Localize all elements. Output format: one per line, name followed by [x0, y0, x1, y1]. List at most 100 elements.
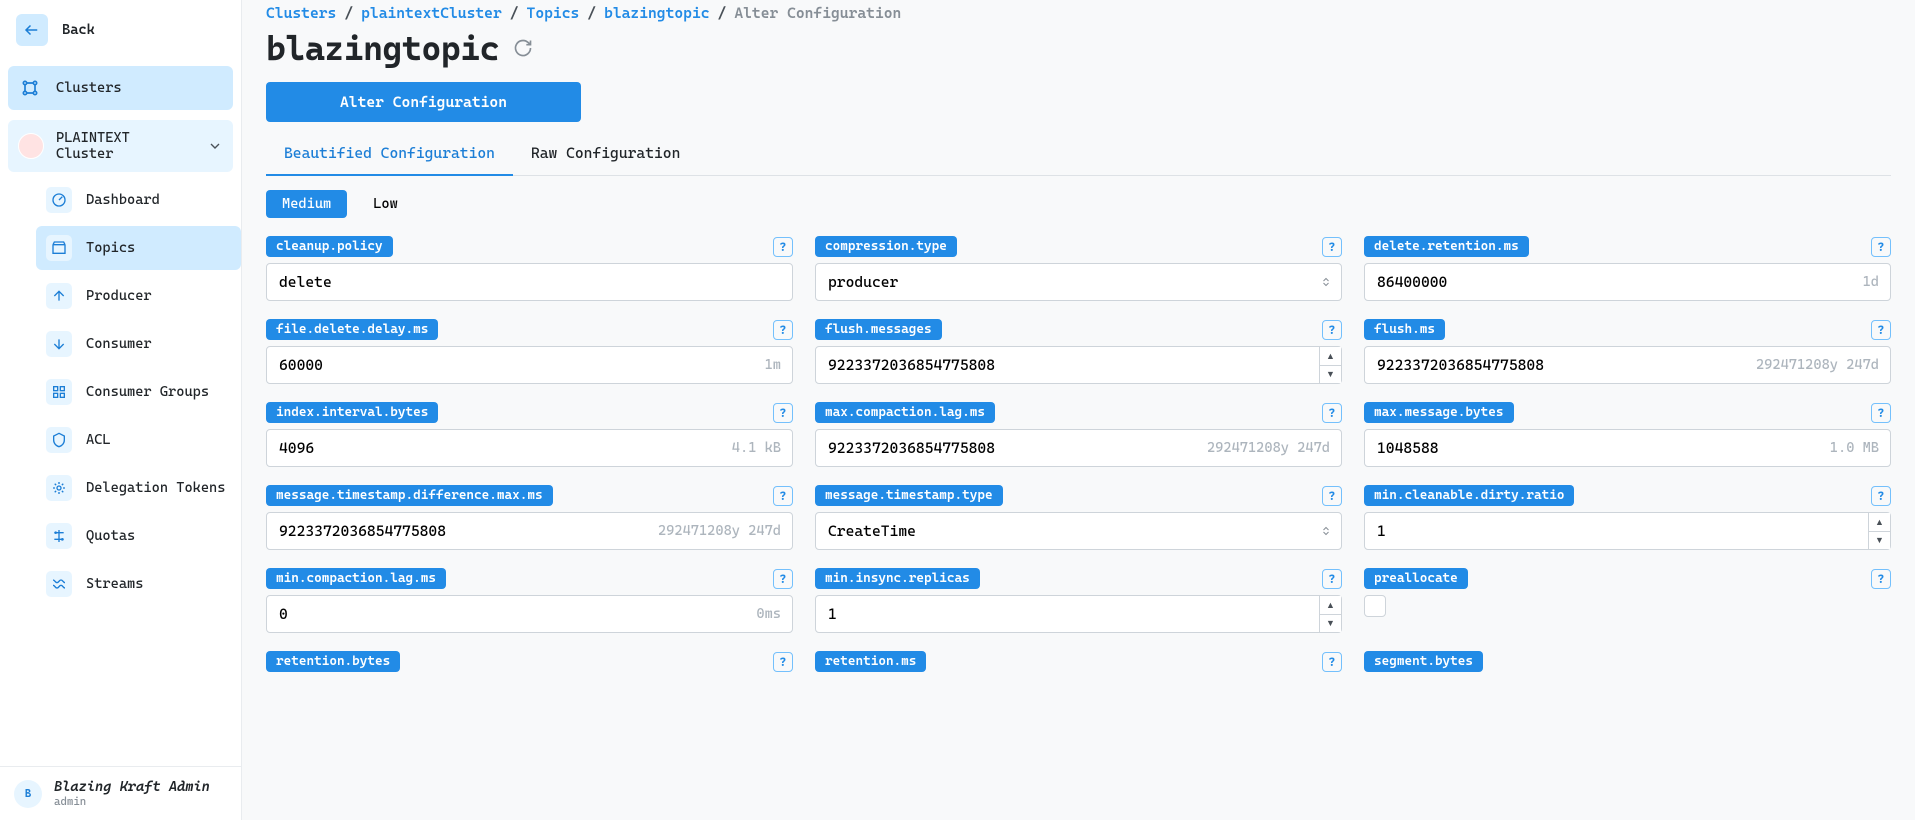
pill-medium[interactable]: Medium — [266, 190, 347, 218]
index-interval-bytes-input[interactable] — [266, 429, 793, 467]
sidebar-item-label: ACL — [86, 432, 111, 448]
alter-configuration-button[interactable]: Alter Configuration — [266, 82, 581, 122]
pill-low[interactable]: Low — [357, 190, 414, 218]
sidebar-item-label: Topics — [86, 240, 135, 256]
step-up-button[interactable]: ▲ — [1320, 596, 1341, 615]
breadcrumb-cluster[interactable]: plaintextCluster — [361, 4, 502, 22]
breadcrumb-clusters[interactable]: Clusters — [266, 4, 336, 22]
field-label: compression.type — [815, 236, 957, 257]
min-insync-replicas-input[interactable] — [815, 595, 1320, 633]
sidebar-item-label: Delegation Tokens — [86, 480, 225, 497]
field-label: delete.retention.ms — [1364, 236, 1529, 257]
delete-retention-ms-input[interactable] — [1364, 263, 1891, 301]
max-message-bytes-input[interactable] — [1364, 429, 1891, 467]
sidebar-item-quotas[interactable]: Quotas — [36, 514, 241, 558]
subnav: Dashboard Topics Producer Consumer Consu… — [0, 178, 241, 610]
help-icon[interactable]: ? — [773, 403, 793, 423]
field-segment-bytes: segment.bytes — [1364, 651, 1891, 672]
field-label: retention.ms — [815, 651, 926, 672]
max-compaction-lag-ms-input[interactable] — [815, 429, 1342, 467]
field-flush-ms: flush.ms ? 292471208y 247d — [1364, 319, 1891, 384]
sidebar-item-producer[interactable]: Producer — [36, 274, 241, 318]
step-down-button[interactable]: ▼ — [1869, 532, 1890, 550]
sidebar-item-dashboard[interactable]: Dashboard — [36, 178, 241, 222]
page-title-row: blazingtopic — [266, 28, 1891, 68]
sidebar-item-acl[interactable]: ACL — [36, 418, 241, 462]
help-icon[interactable]: ? — [1871, 320, 1891, 340]
fields-grid: cleanup.policy ? compression.type ? dele… — [266, 236, 1891, 672]
help-icon[interactable]: ? — [1322, 403, 1342, 423]
help-icon[interactable]: ? — [773, 237, 793, 257]
field-label: retention.bytes — [266, 651, 400, 672]
help-icon[interactable]: ? — [773, 652, 793, 672]
sidebar-clusters-label: Clusters — [56, 80, 122, 96]
refresh-icon[interactable] — [513, 38, 533, 58]
help-icon[interactable]: ? — [1322, 320, 1342, 340]
field-min-cleanable-dirty-ratio: min.cleanable.dirty.ratio ? ▲ ▼ — [1364, 485, 1891, 550]
acl-icon — [46, 427, 72, 453]
min-cleanable-dirty-ratio-input[interactable] — [1364, 512, 1869, 550]
sidebar-item-label: Consumer — [86, 336, 152, 352]
flush-ms-input[interactable] — [1364, 346, 1891, 384]
cluster-name: PLAINTEXT Cluster — [56, 130, 195, 162]
step-up-button[interactable]: ▲ — [1320, 347, 1341, 366]
help-icon[interactable]: ? — [1322, 652, 1342, 672]
sidebar-item-label: Dashboard — [86, 192, 160, 208]
field-delete-retention-ms: delete.retention.ms ? 1d — [1364, 236, 1891, 301]
help-icon[interactable]: ? — [1871, 569, 1891, 589]
breadcrumb-sep: / — [344, 4, 353, 22]
sidebar-item-streams[interactable]: Streams — [36, 562, 241, 606]
sidebar-item-label: Consumer Groups — [86, 384, 209, 400]
sidebar-item-topics[interactable]: Topics — [36, 226, 241, 270]
sidebar-item-delegation-tokens[interactable]: Delegation Tokens — [36, 466, 241, 510]
dashboard-icon — [46, 187, 72, 213]
help-icon[interactable]: ? — [773, 486, 793, 506]
help-icon[interactable]: ? — [773, 569, 793, 589]
field-min-compaction-lag-ms: min.compaction.lag.ms ? 0ms — [266, 568, 793, 633]
min-compaction-lag-ms-input[interactable] — [266, 595, 793, 633]
message-timestamp-difference-max-ms-input[interactable] — [266, 512, 793, 550]
help-icon[interactable]: ? — [1322, 486, 1342, 506]
field-label: flush.ms — [1364, 319, 1445, 340]
tab-beautified[interactable]: Beautified Configuration — [266, 132, 513, 176]
field-file-delete-delay-ms: file.delete.delay.ms ? 1m — [266, 319, 793, 384]
help-icon[interactable]: ? — [773, 320, 793, 340]
help-icon[interactable]: ? — [1871, 403, 1891, 423]
field-index-interval-bytes: index.interval.bytes ? 4.1 kB — [266, 402, 793, 467]
help-icon[interactable]: ? — [1871, 237, 1891, 257]
help-icon[interactable]: ? — [1322, 569, 1342, 589]
tab-raw[interactable]: Raw Configuration — [513, 132, 698, 175]
help-icon[interactable]: ? — [1322, 237, 1342, 257]
step-down-button[interactable]: ▼ — [1320, 615, 1341, 633]
user-footer[interactable]: B Blazing Kraft Admin admin — [0, 766, 241, 820]
field-label: cleanup.policy — [266, 236, 393, 257]
compression-type-select[interactable] — [815, 263, 1342, 301]
breadcrumb-topic[interactable]: blazingtopic — [604, 4, 709, 22]
file-delete-delay-ms-input[interactable] — [266, 346, 793, 384]
breadcrumb-topics[interactable]: Topics — [527, 4, 580, 22]
cluster-selector[interactable]: PLAINTEXT Cluster — [8, 120, 233, 172]
field-label: preallocate — [1364, 568, 1468, 589]
sidebar-item-consumer[interactable]: Consumer — [36, 322, 241, 366]
preallocate-checkbox[interactable] — [1364, 595, 1386, 617]
cleanup-policy-input[interactable] — [266, 263, 793, 301]
tabs: Beautified Configuration Raw Configurati… — [266, 132, 1891, 176]
cluster-status-dot — [18, 133, 44, 159]
field-retention-bytes: retention.bytes ? — [266, 651, 793, 672]
field-message-timestamp-type: message.timestamp.type ? — [815, 485, 1342, 550]
step-down-button[interactable]: ▼ — [1320, 366, 1341, 384]
breadcrumb-current: Alter Configuration — [734, 4, 901, 22]
field-max-message-bytes: max.message.bytes ? 1.0 MB — [1364, 402, 1891, 467]
number-stepper: ▲ ▼ — [1320, 346, 1342, 384]
field-label: flush.messages — [815, 319, 942, 340]
sidebar-item-consumer-groups[interactable]: Consumer Groups — [36, 370, 241, 414]
help-icon[interactable]: ? — [1871, 486, 1891, 506]
step-up-button[interactable]: ▲ — [1869, 513, 1890, 532]
back-button[interactable]: Back — [0, 0, 241, 60]
message-timestamp-type-select[interactable] — [815, 512, 1342, 550]
field-min-insync-replicas: min.insync.replicas ? ▲ ▼ — [815, 568, 1342, 633]
sidebar-item-clusters[interactable]: Clusters — [8, 66, 233, 110]
field-label: max.compaction.lag.ms — [815, 402, 995, 423]
delegation-tokens-icon — [46, 475, 72, 501]
flush-messages-input[interactable] — [815, 346, 1320, 384]
